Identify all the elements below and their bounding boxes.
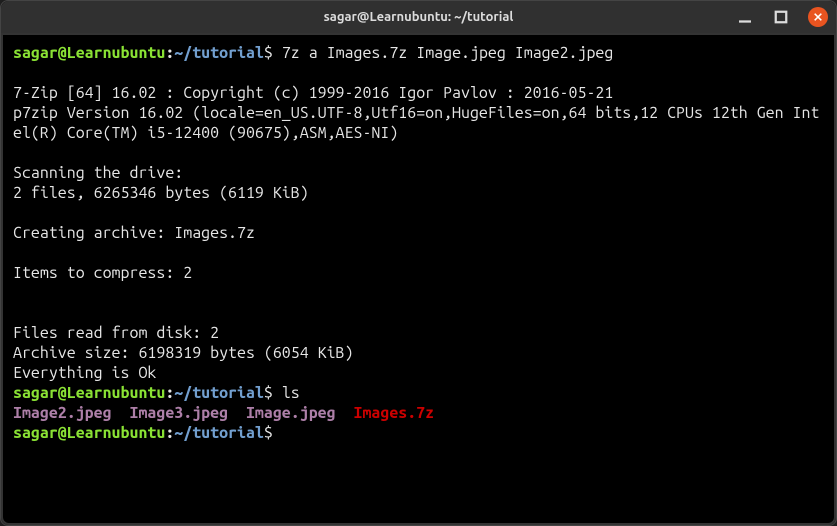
prompt-colon: : [165,44,174,62]
prompt-path: ~/tutorial [174,44,264,62]
output-line: Files read from disk: 2 [13,324,219,342]
output-line: 7-Zip [64] 16.02 : Copyright (c) 1999-20… [13,84,613,102]
titlebar: sagar@Learnubuntu: ~/tutorial [1,1,836,33]
ls-file: Image.jpeg [246,404,336,422]
minimize-button[interactable] [736,8,754,26]
ls-file: Image3.jpeg [129,404,228,422]
ls-file: Images.7z [354,404,435,422]
prompt-colon: : [165,384,174,402]
output-line: Everything is Ok [13,364,156,382]
output-line: p7zip Version 16.02 (locale=en_US.UTF-8,… [13,104,819,142]
minimize-icon [736,8,754,26]
prompt-dollar: $ [264,384,273,402]
terminal-body[interactable]: sagar@Learnubuntu:~/tutorial$ 7z a Image… [1,33,836,525]
output-line: 2 files, 6265346 bytes (6119 KiB) [13,184,309,202]
maximize-icon [772,8,790,26]
prompt-dollar: $ [264,424,273,442]
close-icon [813,12,823,22]
output-line: Creating archive: Images.7z [13,224,255,242]
output-line: Scanning the drive: [13,164,183,182]
command-line-2: ls [273,384,300,402]
prompt-user-host: sagar@Learnubuntu [13,384,165,402]
prompt-path: ~/tutorial [174,424,264,442]
maximize-button[interactable] [772,8,790,26]
prompt-user-host: sagar@Learnubuntu [13,44,165,62]
prompt-colon: : [165,424,174,442]
prompt-user-host: sagar@Learnubuntu [13,424,165,442]
window-controls [736,7,828,27]
prompt-path: ~/tutorial [174,384,264,402]
output-line: Items to compress: 2 [13,264,192,282]
command-line-1: 7z a Images.7z Image.jpeg Image2.jpeg [273,44,613,62]
output-line: Archive size: 6198319 bytes (6054 KiB) [13,344,353,362]
prompt-dollar: $ [264,44,273,62]
ls-file: Image2.jpeg [13,404,112,422]
window-title: sagar@Learnubuntu: ~/tutorial [324,10,514,24]
close-button[interactable] [808,7,828,27]
